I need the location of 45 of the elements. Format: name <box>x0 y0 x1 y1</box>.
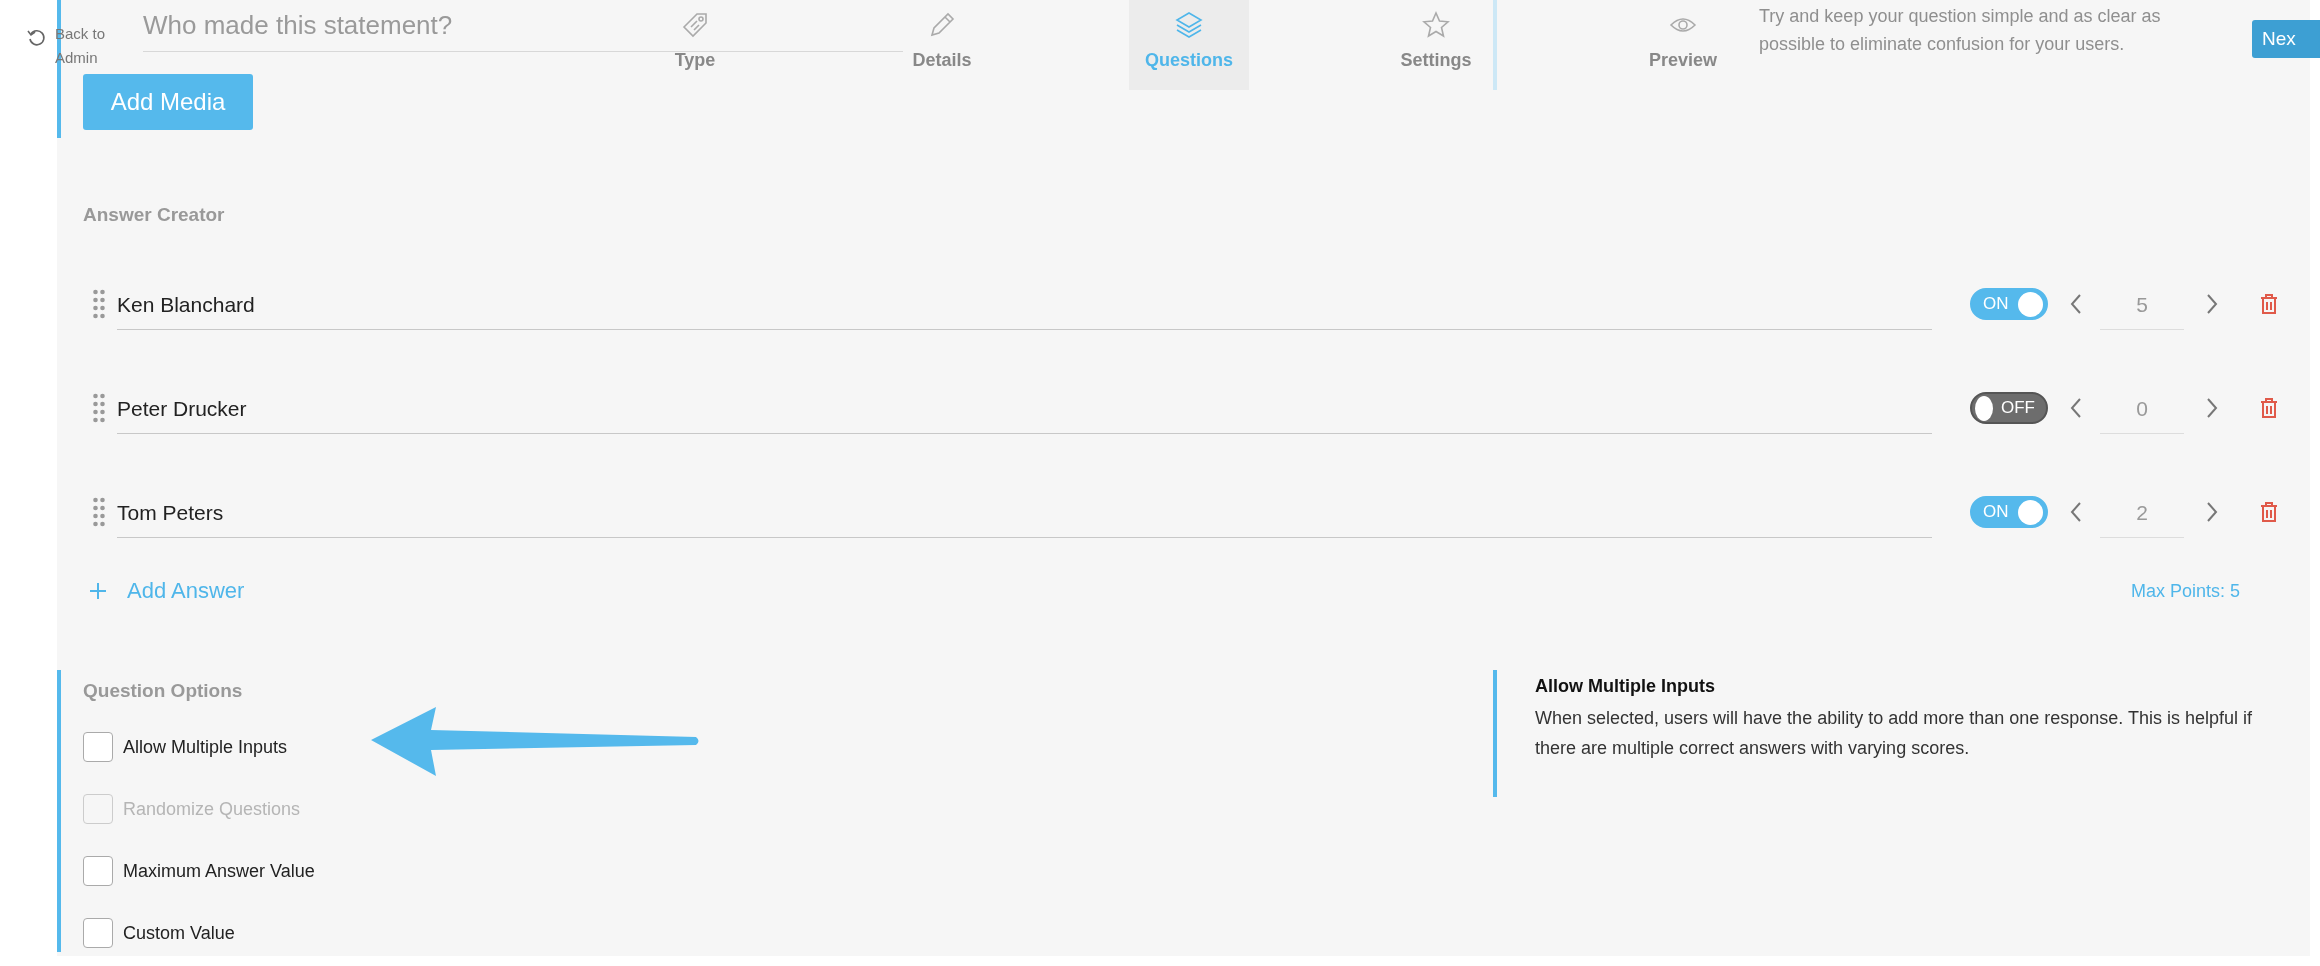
section-title: Answer Creator <box>83 204 226 226</box>
info-text: When selected, users will have the ability to add more than one response. This is helpful if there are multiple correct answers with varying scores. <box>1535 707 2254 760</box>
drag-handle-icon[interactable] <box>93 289 105 319</box>
chevron-left-icon[interactable] <box>2070 397 2082 419</box>
checkbox[interactable] <box>83 918 113 948</box>
chevron-left-icon[interactable] <box>2070 501 2082 523</box>
trash-icon[interactable] <box>2260 397 2278 419</box>
points-input-field[interactable]: 5 <box>2100 278 2184 330</box>
next-button[interactable]: Nex <box>2252 20 2320 58</box>
question-input-field[interactable]: Who made this statement? <box>143 6 903 52</box>
undo-icon[interactable] <box>27 28 47 48</box>
add-media-button[interactable]: Add Media <box>83 74 253 130</box>
checkbox[interactable] <box>83 732 113 762</box>
chevron-left-icon[interactable] <box>2070 293 2082 315</box>
points-input-field[interactable]: 2 <box>2100 486 2184 538</box>
answer-input-field[interactable]: Tom Peters <box>117 486 1932 538</box>
nav-tab[interactable]: Questions <box>1129 0 1249 90</box>
option-checkbox[interactable]: Custom Value <box>83 902 1493 964</box>
checkbox[interactable] <box>83 856 113 886</box>
option-checkbox[interactable]: Maximum Answer Value <box>83 840 1493 902</box>
toggle-switch[interactable]: ON <box>1970 496 2048 528</box>
toggle-switch[interactable]: OFF <box>1970 392 2048 424</box>
max-points-text: Max Points: 5 <box>2130 580 2240 602</box>
toggle-switch[interactable]: ON <box>1970 288 2048 320</box>
tag-icon <box>680 10 710 40</box>
trash-icon[interactable] <box>2260 501 2278 523</box>
option-checkbox[interactable]: Allow Multiple Inputs <box>83 716 1493 778</box>
trash-icon[interactable] <box>2260 293 2278 315</box>
info-title: Allow Multiple Inputs <box>1535 676 1716 697</box>
layers-icon <box>1174 10 1204 40</box>
drag-handle-icon[interactable] <box>93 393 105 423</box>
chevron-right-icon[interactable] <box>2206 501 2218 523</box>
star-icon <box>1421 10 1451 40</box>
nav-tab[interactable]: Settings <box>1376 0 1496 90</box>
nav-tab[interactable]: Preview <box>1623 0 1743 90</box>
add-answer-button[interactable]: Add Answer <box>83 578 245 604</box>
answer-input-field[interactable]: Peter Drucker <box>117 382 1932 434</box>
plus-icon <box>89 582 107 600</box>
points-input-field[interactable]: 0 <box>2100 382 2184 434</box>
chevron-right-icon[interactable] <box>2206 397 2218 419</box>
drag-handle-icon[interactable] <box>93 497 105 527</box>
answer-input-field[interactable]: Ken Blanchard <box>117 278 1932 330</box>
section-title: Question Options <box>83 680 244 702</box>
chevron-right-icon[interactable] <box>2206 293 2218 315</box>
hint-text: Try and keep your question simple and as clear as possible to eliminate confusion for your users. <box>1759 5 2162 56</box>
